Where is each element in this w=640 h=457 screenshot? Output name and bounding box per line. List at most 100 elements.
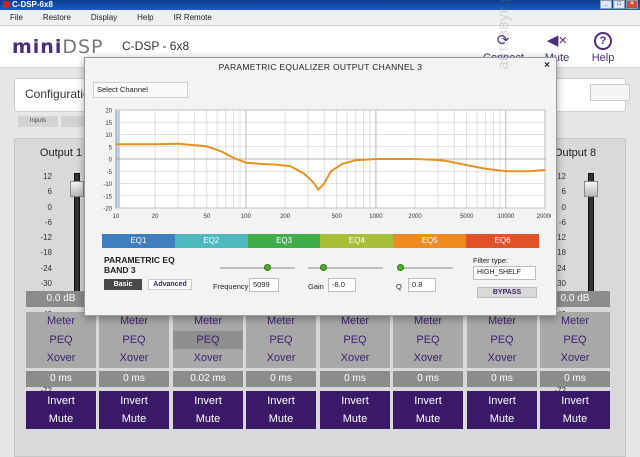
filter-type-select[interactable]: HIGH_SHELF: [473, 266, 536, 280]
delay-display[interactable]: 0 ms: [320, 371, 390, 387]
eq-curve-point: [398, 158, 400, 160]
band-tab-eq3[interactable]: EQ3: [247, 234, 321, 248]
xover-button[interactable]: Xover: [246, 349, 316, 368]
window-controls: _ □ ×: [600, 0, 638, 10]
app-icon: [3, 1, 10, 8]
delay-display[interactable]: 0 ms: [26, 371, 96, 387]
menu-help[interactable]: Help: [137, 10, 153, 25]
delay-display[interactable]: 0 ms: [467, 371, 537, 387]
xover-button[interactable]: Xover: [99, 349, 169, 368]
invert-button[interactable]: Invert: [99, 392, 169, 410]
xover-button[interactable]: Xover: [467, 349, 537, 368]
peq-button[interactable]: PEQ: [246, 331, 316, 350]
band-tab-eq6[interactable]: EQ6: [466, 234, 539, 248]
mute-button[interactable]: Mute: [393, 410, 463, 428]
filter-type-label: Filter type:: [473, 256, 509, 265]
peq-button[interactable]: PEQ: [320, 331, 390, 350]
peq-button[interactable]: PEQ: [173, 330, 243, 350]
output-routing-buttons: Meter PEQ Xover: [26, 312, 96, 368]
mute-button[interactable]: Mute: [99, 410, 169, 428]
frequency-input[interactable]: 5099: [249, 278, 279, 292]
watermark: автозвук.рф: [495, 0, 512, 70]
output-fader-knob[interactable]: [70, 181, 84, 197]
invert-button[interactable]: Invert: [540, 392, 610, 410]
x-tick-label: 200: [280, 214, 291, 220]
basic-mode-button[interactable]: Basic: [104, 279, 142, 290]
peq-button[interactable]: PEQ: [540, 331, 610, 350]
eq-curve-point: [206, 145, 208, 147]
xover-button[interactable]: Xover: [540, 349, 610, 368]
minimize-button[interactable]: _: [600, 0, 612, 9]
peq-dialog-title: PARAMETRIC EQUALIZER OUTPUT CHANNEL 3: [218, 62, 423, 72]
minidsp-logo: miniDSP: [12, 36, 104, 58]
mute-button[interactable]: Mute: [320, 410, 390, 428]
y-tick-label: -10: [103, 182, 112, 188]
delay-display[interactable]: 0 ms: [540, 371, 610, 387]
gain-slider-knob[interactable]: [320, 264, 327, 271]
mute-button[interactable]: Mute: [246, 410, 316, 428]
db-scale-tick: 0: [47, 202, 52, 212]
peq-button[interactable]: PEQ: [393, 331, 463, 350]
y-tick-label: 20: [105, 109, 112, 115]
tab-inputs[interactable]: Inputs: [18, 116, 58, 127]
xover-button[interactable]: Xover: [173, 349, 243, 368]
invert-button[interactable]: Invert: [26, 392, 96, 410]
invert-button[interactable]: Invert: [393, 392, 463, 410]
peq-close-button[interactable]: ×: [544, 60, 550, 71]
delay-display[interactable]: 0 ms: [393, 371, 463, 387]
xover-button[interactable]: Xover: [320, 349, 390, 368]
xover-button[interactable]: Xover: [26, 349, 96, 368]
q-slider[interactable]: [397, 264, 453, 271]
configuration-field[interactable]: [590, 84, 630, 101]
invert-mute-block: Invert Mute: [173, 391, 243, 429]
mute-button[interactable]: Mute: [540, 410, 610, 428]
menu-restore[interactable]: Restore: [43, 10, 71, 25]
xover-button[interactable]: Xover: [393, 349, 463, 368]
frequency-slider[interactable]: [220, 264, 295, 271]
band-tab-eq4[interactable]: EQ4: [320, 234, 394, 248]
speaker-mute-icon: ◀×: [546, 32, 568, 49]
delay-display[interactable]: 0 ms: [99, 371, 169, 387]
peq-button[interactable]: PEQ: [99, 331, 169, 350]
db-scale-tick: 6: [47, 187, 52, 197]
app-title: C-DSP - 6x8: [122, 39, 190, 53]
band-title-line-2: BAND 3: [104, 265, 136, 275]
q-input[interactable]: 0.8: [408, 278, 436, 292]
menu-display[interactable]: Display: [91, 10, 117, 25]
q-slider-knob[interactable]: [397, 264, 404, 271]
mute-button[interactable]: Mute: [26, 410, 96, 428]
band-tab-eq5[interactable]: EQ5: [393, 234, 467, 248]
output-routing-buttons: Meter PEQ Xover: [173, 312, 243, 368]
band-tab-eq2[interactable]: EQ2: [174, 234, 248, 248]
output-fader-knob[interactable]: [584, 181, 598, 197]
peq-button[interactable]: PEQ: [467, 331, 537, 350]
frequency-slider-knob[interactable]: [264, 264, 271, 271]
mute-button[interactable]: Mute: [467, 410, 537, 428]
eq-curve-point: [341, 163, 343, 165]
y-tick-label: -5: [107, 170, 113, 176]
bypass-button[interactable]: BYPASS: [477, 287, 537, 298]
delay-display[interactable]: 0 ms: [246, 371, 316, 387]
invert-button[interactable]: Invert: [173, 392, 243, 410]
db-scale-tick: 12: [43, 172, 52, 181]
help-button[interactable]: ? Help: [583, 32, 623, 64]
menu-ir-remote[interactable]: IR Remote: [174, 10, 212, 25]
invert-mute-block: Invert Mute: [540, 391, 610, 429]
delay-display[interactable]: 0.02 ms: [173, 371, 243, 387]
maximize-button[interactable]: □: [613, 0, 625, 9]
eq-band-tabs: EQ1 EQ2 EQ3 EQ4 EQ5 EQ6: [102, 234, 539, 248]
invert-button[interactable]: Invert: [246, 392, 316, 410]
configuration-title: Configuratio: [25, 87, 90, 101]
select-channel-dropdown[interactable]: Select Channel: [93, 82, 188, 98]
band-tab-eq1[interactable]: EQ1: [102, 234, 175, 248]
invert-button[interactable]: Invert: [320, 392, 390, 410]
peq-button[interactable]: PEQ: [26, 331, 96, 350]
invert-button[interactable]: Invert: [467, 392, 537, 410]
menu-file[interactable]: File: [10, 10, 23, 25]
mute-button[interactable]: Mute: [173, 410, 243, 428]
advanced-mode-button[interactable]: Advanced: [148, 279, 192, 290]
gain-slider[interactable]: [308, 264, 383, 271]
close-window-button[interactable]: ×: [626, 0, 638, 9]
eq-curve-point: [433, 159, 435, 161]
gain-input[interactable]: -8.0: [328, 278, 356, 292]
